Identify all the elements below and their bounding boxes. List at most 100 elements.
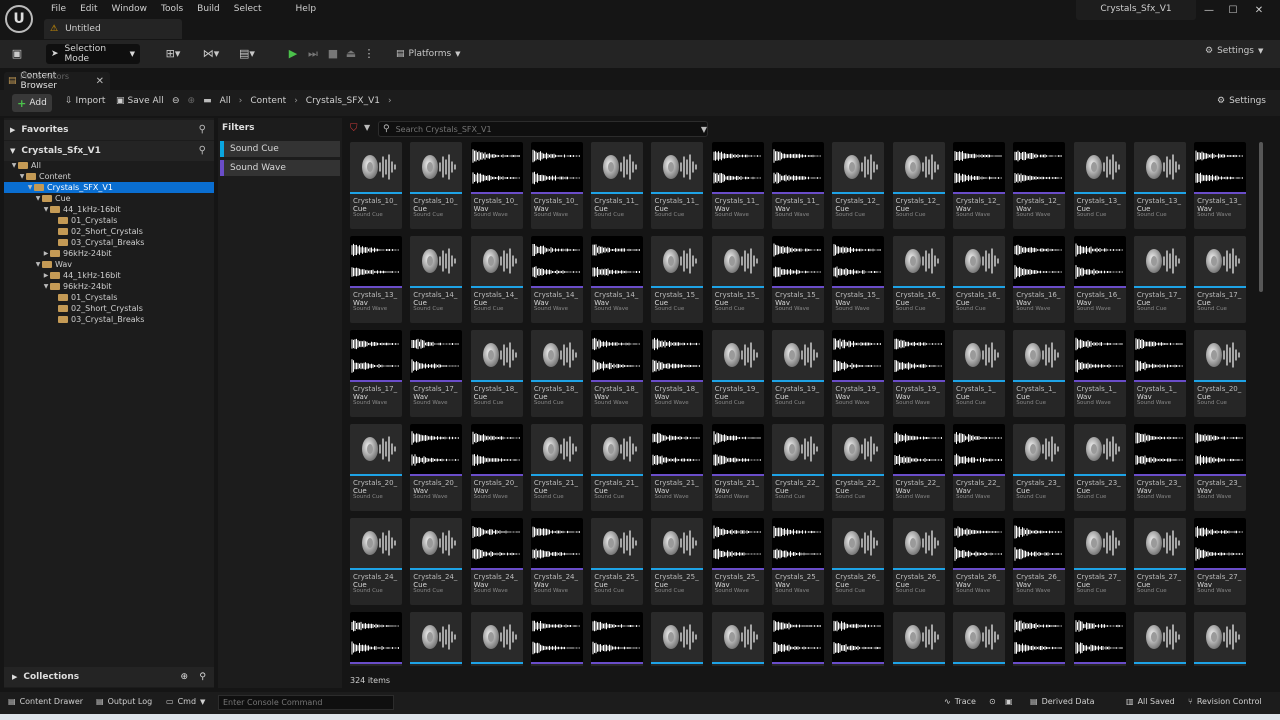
asset-tile-sound-cue[interactable]: Crystals_25_ Cue Sound Cue (651, 518, 704, 605)
asset-tile-sound-wave[interactable] (1073, 612, 1126, 666)
menu-file[interactable]: File (44, 2, 73, 16)
menu-edit[interactable]: Edit (73, 2, 104, 16)
asset-tile-sound-cue[interactable]: Crystals_19_ Cue Sound Cue (711, 330, 764, 417)
asset-tile-sound-cue[interactable] (952, 612, 1005, 666)
asset-tile-sound-wave[interactable]: Crystals_14_ Wav Sound Wave (591, 236, 644, 323)
asset-tile-sound-cue[interactable]: Crystals_17_ Cue Sound Cue (1133, 236, 1186, 323)
asset-tile-sound-cue[interactable]: Crystals_12_ Cue Sound Cue (832, 142, 885, 229)
asset-tile-sound-wave[interactable]: Crystals_22_ Wav Sound Wave (952, 424, 1005, 511)
asset-tile-sound-cue[interactable]: Crystals_11_ Cue Sound Cue (591, 142, 644, 229)
asset-tile-sound-cue[interactable]: Crystals_12_ Cue Sound Cue (892, 142, 945, 229)
asset-tile-sound-cue[interactable]: Crystals_1_ Cue Sound Cue (952, 330, 1005, 417)
asset-tile-sound-cue[interactable]: Crystals_15_ Cue Sound Cue (651, 236, 704, 323)
asset-tile-sound-cue[interactable] (892, 612, 945, 666)
source-header[interactable]: ▼ Crystals_Sfx_V1 ⚲ (4, 141, 214, 161)
chevron-down-icon[interactable]: ▼ (18, 171, 26, 182)
asset-tile-sound-cue[interactable]: Crystals_26_ Cue Sound Cue (892, 518, 945, 605)
chevron-right-icon[interactable]: ▶ (42, 248, 50, 259)
tree-item[interactable]: ▼ 44_1kHz-16bit (4, 204, 214, 215)
asset-tile-sound-wave[interactable]: Crystals_13_ Wav Sound Wave (1194, 142, 1247, 229)
asset-tile-sound-wave[interactable] (832, 612, 885, 666)
asset-tile-sound-cue[interactable]: Crystals_23_ Cue Sound Cue (1073, 424, 1126, 511)
asset-search-input[interactable] (395, 124, 695, 134)
chevron-down-icon[interactable]: ▼ (42, 281, 50, 292)
console-command-input[interactable] (219, 696, 389, 709)
asset-tile-sound-cue[interactable]: Crystals_14_ Cue Sound Cue (410, 236, 463, 323)
asset-tile-sound-cue[interactable]: Crystals_23_ Cue Sound Cue (1013, 424, 1066, 511)
tree-item[interactable]: 02_Short_Crystals (4, 303, 214, 314)
eject-icon[interactable]: ⏏ (344, 46, 358, 62)
breadcrumb-content[interactable]: Content (250, 96, 286, 106)
asset-tile-sound-wave[interactable]: Crystals_21_ Wav Sound Wave (711, 424, 764, 511)
asset-tile-sound-wave[interactable]: Crystals_19_ Wav Sound Wave (832, 330, 885, 417)
console-command-box[interactable] (218, 695, 394, 710)
asset-tile-sound-cue[interactable] (711, 612, 764, 666)
trace-button[interactable]: ∿ Trace (944, 697, 976, 706)
favorites-header[interactable]: ▶ Favorites ⚲ (4, 120, 214, 140)
asset-tile-sound-wave[interactable]: Crystals_15_ Wav Sound Wave (832, 236, 885, 323)
tree-item[interactable]: 01_Crystals (4, 292, 214, 303)
tree-item[interactable]: ▼ Content (4, 171, 214, 182)
chevron-right-icon[interactable]: › (239, 96, 243, 106)
asset-tile-sound-cue[interactable]: Crystals_24_ Cue Sound Cue (350, 518, 402, 605)
asset-tile-sound-wave[interactable]: Crystals_26_ Wav Sound Wave (1013, 518, 1066, 605)
asset-tile-sound-cue[interactable]: Crystals_27_ Cue Sound Cue (1133, 518, 1186, 605)
asset-tile-sound-wave[interactable]: Crystals_23_ Wav Sound Wave (1194, 424, 1247, 511)
asset-tile-sound-wave[interactable]: Crystals_18_ Wav Sound Wave (651, 330, 704, 417)
play-icon[interactable]: ▶ (286, 46, 300, 62)
asset-tile-sound-cue[interactable]: Crystals_1_ Cue Sound Cue (1013, 330, 1066, 417)
tree-item[interactable]: ▼ Wav (4, 259, 214, 270)
save-icon[interactable]: ▣ (10, 46, 24, 62)
add-collection-icon[interactable]: ⊕ (180, 672, 188, 682)
save-all-button[interactable]: ▣ Save All (116, 96, 164, 106)
asset-tile-sound-wave[interactable]: Crystals_21_ Wav Sound Wave (651, 424, 704, 511)
asset-tile-sound-wave[interactable]: Crystals_14_ Wav Sound Wave (530, 236, 583, 323)
menu-tools[interactable]: Tools (154, 2, 190, 16)
asset-tile-sound-cue[interactable]: Crystals_16_ Cue Sound Cue (952, 236, 1005, 323)
chevron-down-icon[interactable]: ▼ (42, 204, 50, 215)
unreal-logo-icon[interactable]: U (5, 5, 33, 33)
asset-tile-sound-cue[interactable]: Crystals_13_ Cue Sound Cue (1133, 142, 1186, 229)
asset-tile-sound-wave[interactable]: Crystals_25_ Wav Sound Wave (772, 518, 825, 605)
asset-tile-sound-cue[interactable]: Crystals_15_ Cue Sound Cue (711, 236, 764, 323)
asset-search-box[interactable]: ⚲ ▼ (378, 121, 708, 137)
search-icon[interactable]: ⚲ (199, 124, 206, 135)
chevron-right-icon[interactable]: › (388, 96, 392, 106)
search-icon[interactable]: ⚲ (199, 145, 206, 156)
asset-tile-sound-wave[interactable] (591, 612, 644, 666)
blueprint-icon[interactable]: ⋈▾ (198, 46, 224, 62)
menu-select[interactable]: Select (227, 2, 269, 16)
asset-tile-sound-cue[interactable] (470, 612, 523, 666)
asset-tile-sound-wave[interactable]: Crystals_10_ Wav Sound Wave (470, 142, 523, 229)
chevron-right-icon[interactable]: › (294, 96, 298, 106)
asset-tile-sound-wave[interactable]: Crystals_15_ Wav Sound Wave (772, 236, 825, 323)
asset-tile-sound-cue[interactable]: Crystals_20_ Cue Sound Cue (1194, 330, 1247, 417)
import-button[interactable]: ⇩ Import (65, 96, 105, 106)
tree-item[interactable]: 03_Crystal_Breaks (4, 314, 214, 325)
asset-tile-sound-cue[interactable]: Crystals_16_ Cue Sound Cue (892, 236, 945, 323)
asset-tile-sound-wave[interactable] (530, 612, 583, 666)
record-icon[interactable]: ⊙ (989, 697, 996, 706)
tree-item[interactable]: 01_Crystals (4, 215, 214, 226)
tree-item[interactable]: ▼ Cue (4, 193, 214, 204)
content-browser-settings-button[interactable]: ⚙ Settings (1217, 96, 1266, 106)
asset-tile-sound-wave[interactable] (350, 612, 402, 666)
chevron-down-icon[interactable]: ▼ (34, 259, 42, 270)
selection-mode-dropdown[interactable]: ➤ Selection Mode ▼ (46, 44, 140, 64)
asset-tile-sound-wave[interactable]: Crystals_1_ Wav Sound Wave (1133, 330, 1186, 417)
derived-data-button[interactable]: ▤ Derived Data (1030, 697, 1095, 706)
tree-item[interactable]: ▼ Crystals_SFX_V1 (4, 182, 214, 193)
asset-tile-sound-cue[interactable]: Crystals_24_ Cue Sound Cue (410, 518, 463, 605)
menu-window[interactable]: Window (105, 2, 155, 16)
cmd-dropdown[interactable]: ▭ Cmd ▼ (166, 697, 205, 706)
chevron-down-icon[interactable]: ▼ (701, 125, 707, 134)
chevron-down-icon[interactable]: ▼ (34, 193, 42, 204)
asset-tile-sound-cue[interactable]: Crystals_10_ Cue Sound Cue (350, 142, 402, 229)
asset-tile-sound-cue[interactable]: Crystals_14_ Cue Sound Cue (470, 236, 523, 323)
cinematics-icon[interactable]: ▤▾ (234, 46, 260, 62)
minimize-button[interactable]: — (1200, 4, 1218, 18)
tree-item[interactable]: ▼ All (4, 160, 214, 171)
asset-tile-sound-wave[interactable]: Crystals_17_ Wav Sound Wave (350, 330, 402, 417)
close-window-button[interactable]: ✕ (1250, 4, 1268, 18)
level-tab[interactable]: ⚠ Untitled (44, 19, 182, 39)
